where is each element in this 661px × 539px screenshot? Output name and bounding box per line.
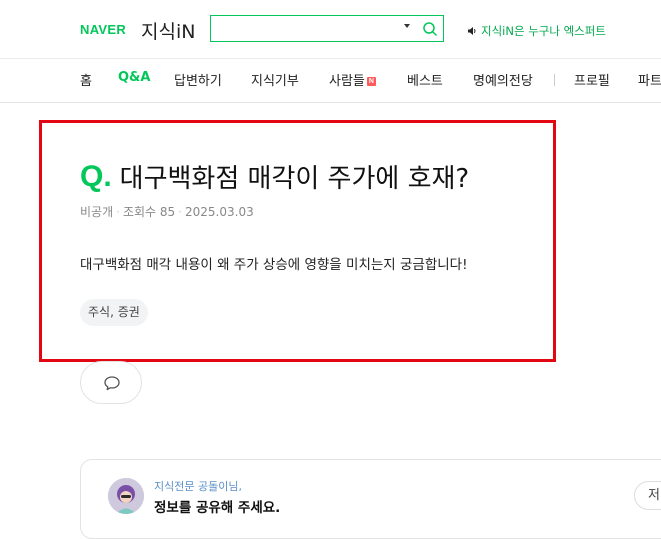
nav-hall-of-fame[interactable]: 명예의전당 xyxy=(473,70,533,89)
main-nav: 홈 Q&A 답변하기 지식기부 사람들 N 베스트 명예의전당 프로필 파트 xyxy=(0,58,661,103)
nav-profile[interactable]: 프로필 xyxy=(574,70,610,89)
question-meta: 비공개 · 조회수 85 · 2025.03.03 xyxy=(80,203,254,220)
header: NAVER 지식iN 지식iN은 누구나 엑스퍼트 xyxy=(0,0,661,59)
search-input[interactable] xyxy=(215,18,399,41)
naver-logo[interactable]: NAVER xyxy=(80,22,126,37)
expert-text: 지식iN은 누구나 엑스퍼트 xyxy=(481,24,606,38)
comment-button[interactable] xyxy=(80,361,142,404)
nav-answer[interactable]: 답변하기 xyxy=(174,70,222,89)
q-mark: Q. xyxy=(80,159,112,193)
nav-people-label: 사람들 xyxy=(329,74,365,89)
nav-people[interactable]: 사람들 N xyxy=(329,70,376,89)
search-box xyxy=(210,15,444,42)
question-title: Q. 대구백화점 매각이 주가에 호재? xyxy=(80,158,469,195)
nav-partner[interactable]: 파트 xyxy=(638,70,661,89)
expert-link[interactable]: 지식iN은 누구나 엑스퍼트 xyxy=(467,23,606,39)
author: 비공개 xyxy=(80,205,114,219)
nav-qa[interactable]: Q&A xyxy=(118,70,150,85)
meta-dot: · xyxy=(116,205,120,219)
nav-best[interactable]: 베스트 xyxy=(407,70,443,89)
new-badge: N xyxy=(366,77,376,86)
nav-home[interactable]: 홈 xyxy=(80,70,92,89)
avatar xyxy=(108,478,144,514)
question-content: 대구백화점 매각 내용이 왜 주가 상승에 영향을 미치는지 궁금합니다! xyxy=(80,257,468,273)
nav-donate[interactable]: 지식기부 xyxy=(251,70,299,89)
question-title-text: 대구백화점 매각이 주가에 호재? xyxy=(119,164,470,194)
answer-request-subtitle: 지식전문 공돌이님, xyxy=(154,480,242,493)
speaker-icon xyxy=(468,27,476,35)
answer-request-title: 정보를 공유해 주세요. xyxy=(154,500,281,516)
meta-dot: · xyxy=(178,205,182,219)
question-date: 2025.03.03 xyxy=(185,205,254,219)
chevron-down-icon[interactable] xyxy=(404,24,410,28)
category-tag[interactable]: 주식, 증권 xyxy=(80,299,148,326)
comment-icon xyxy=(104,376,120,391)
view-count: 조회수 85 xyxy=(122,205,176,219)
search-icon[interactable] xyxy=(422,21,438,37)
nav-divider xyxy=(554,74,555,86)
answer-button[interactable]: 저 xyxy=(634,481,661,510)
kin-logo[interactable]: 지식iN xyxy=(141,17,195,44)
